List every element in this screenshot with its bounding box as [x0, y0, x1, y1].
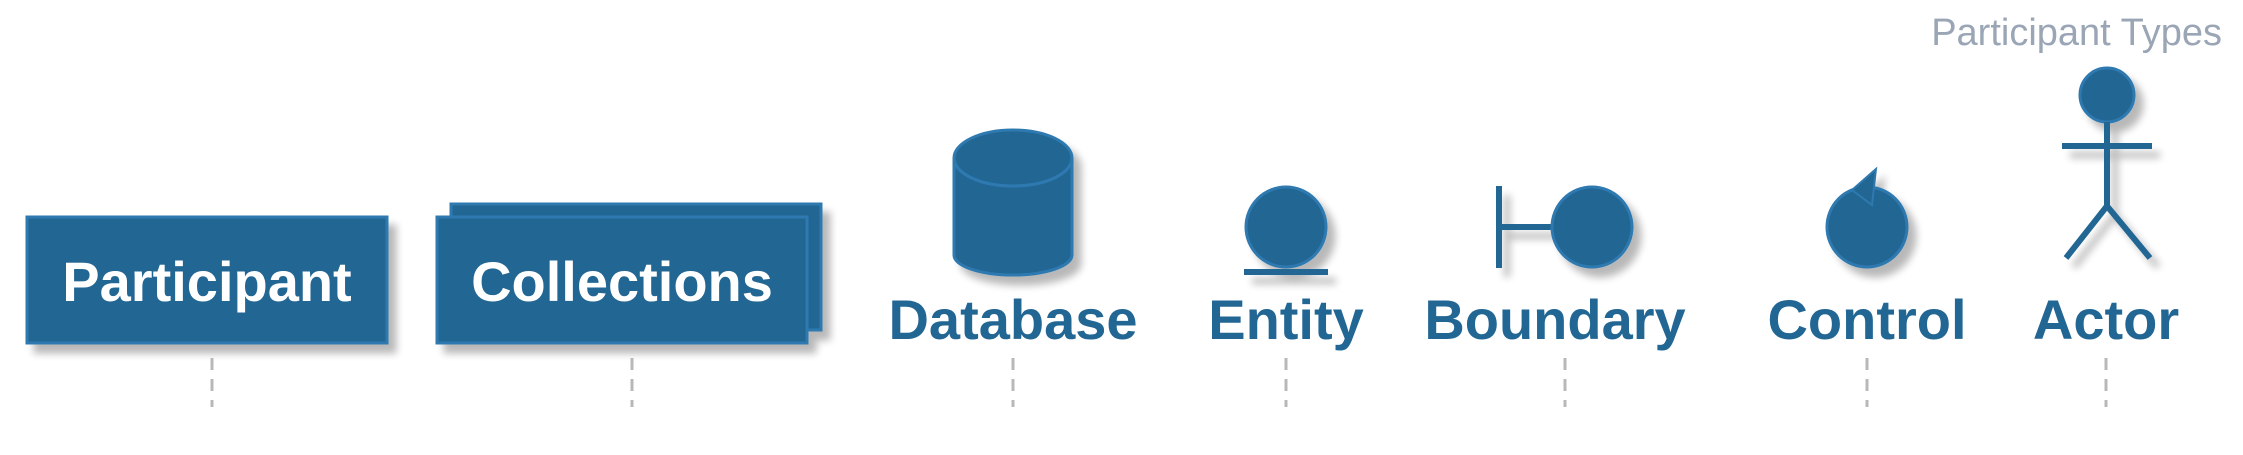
boundary-label: Boundary: [1424, 288, 1685, 351]
sequence-diagram: Participant Types Participant Collection…: [25, 12, 2222, 407]
diagram-title: Participant Types: [1931, 12, 2222, 54]
boundary-icon: [1496, 185, 1634, 269]
actor-label: Actor: [2033, 288, 2179, 351]
collections-label: Collections: [471, 250, 773, 313]
database-icon: [952, 128, 1074, 277]
entity-label: Entity: [1208, 288, 1364, 351]
participant-box: Participant: [25, 215, 389, 345]
database-label: Database: [888, 288, 1137, 351]
control-label: Control: [1767, 288, 1966, 351]
participant-label: Participant: [62, 250, 351, 313]
collections-stack: Collections: [435, 202, 823, 345]
control-icon: [1825, 166, 1909, 269]
actor-icon: [2062, 66, 2153, 260]
entity-icon: [1244, 185, 1328, 275]
